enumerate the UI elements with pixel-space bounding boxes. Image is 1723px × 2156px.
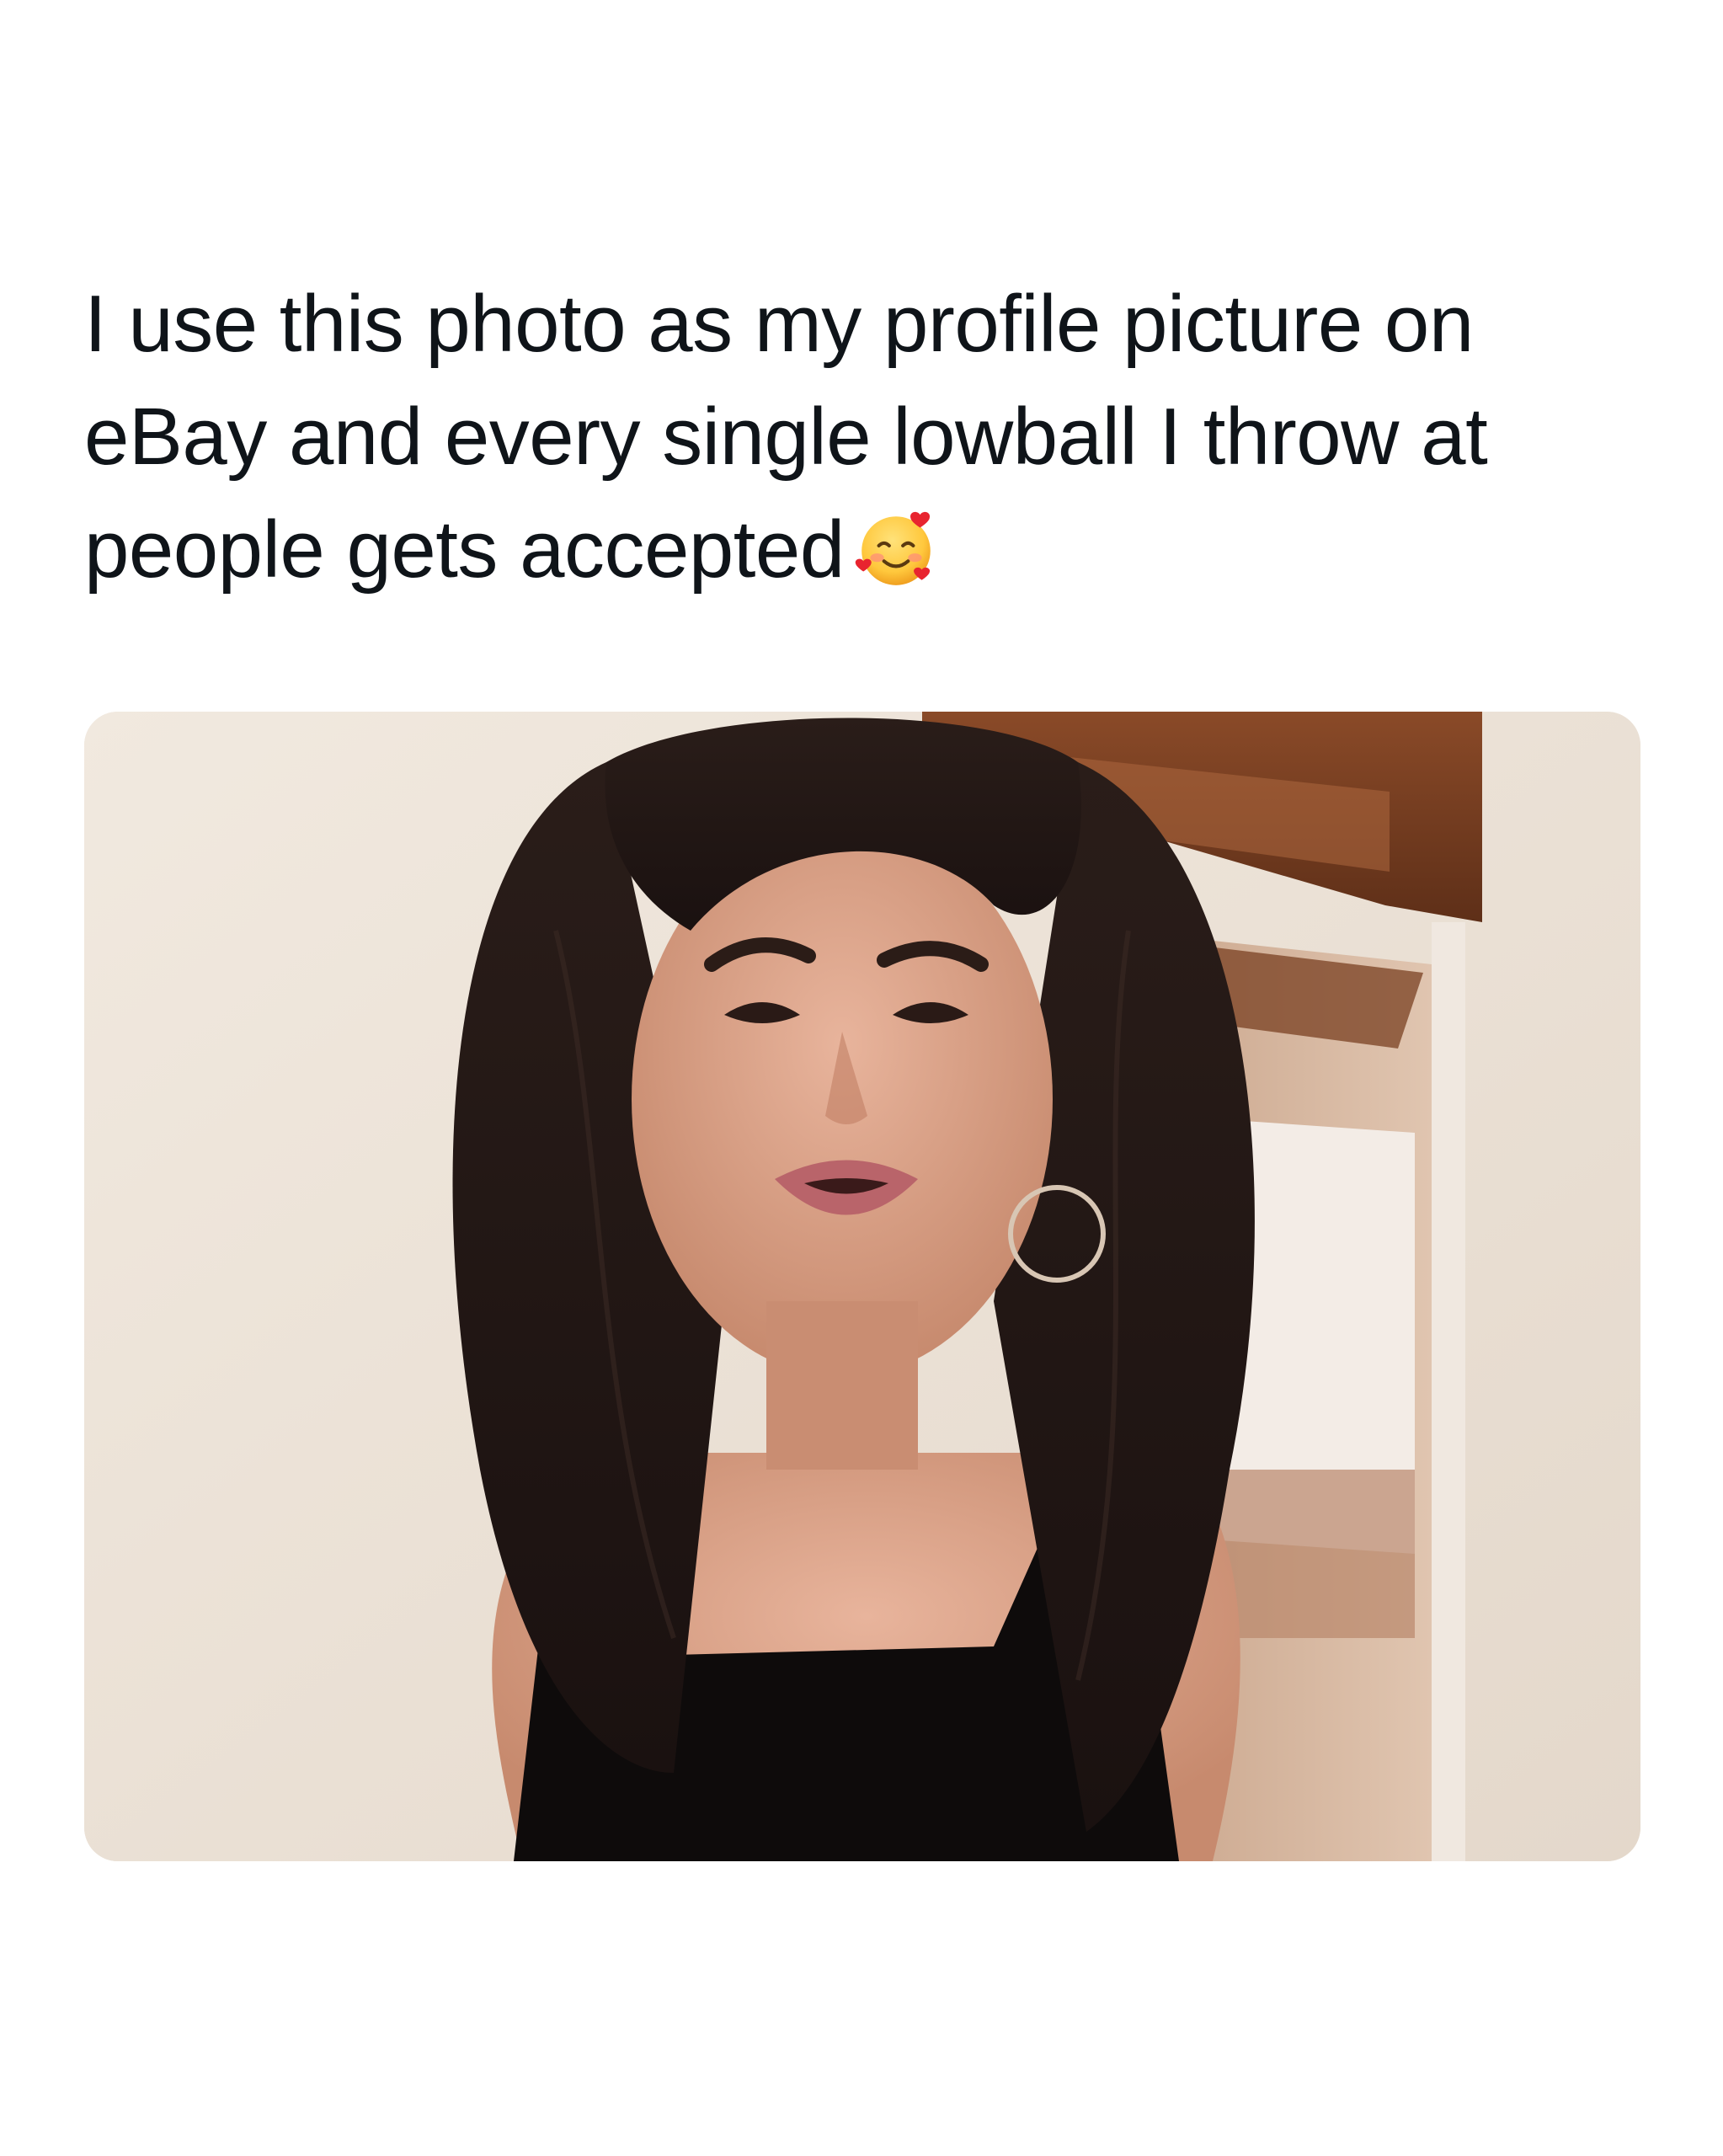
door-frame — [1432, 922, 1465, 1861]
post-text: I use this photo as my profile picture o… — [84, 268, 1667, 606]
neck — [766, 1301, 918, 1470]
post-page: I use this photo as my profile picture o… — [0, 0, 1723, 2156]
smiling-face-with-hearts-icon — [853, 506, 939, 592]
post-photo[interactable] — [84, 712, 1640, 1861]
post-text-content: I use this photo as my profile picture o… — [84, 279, 1488, 595]
